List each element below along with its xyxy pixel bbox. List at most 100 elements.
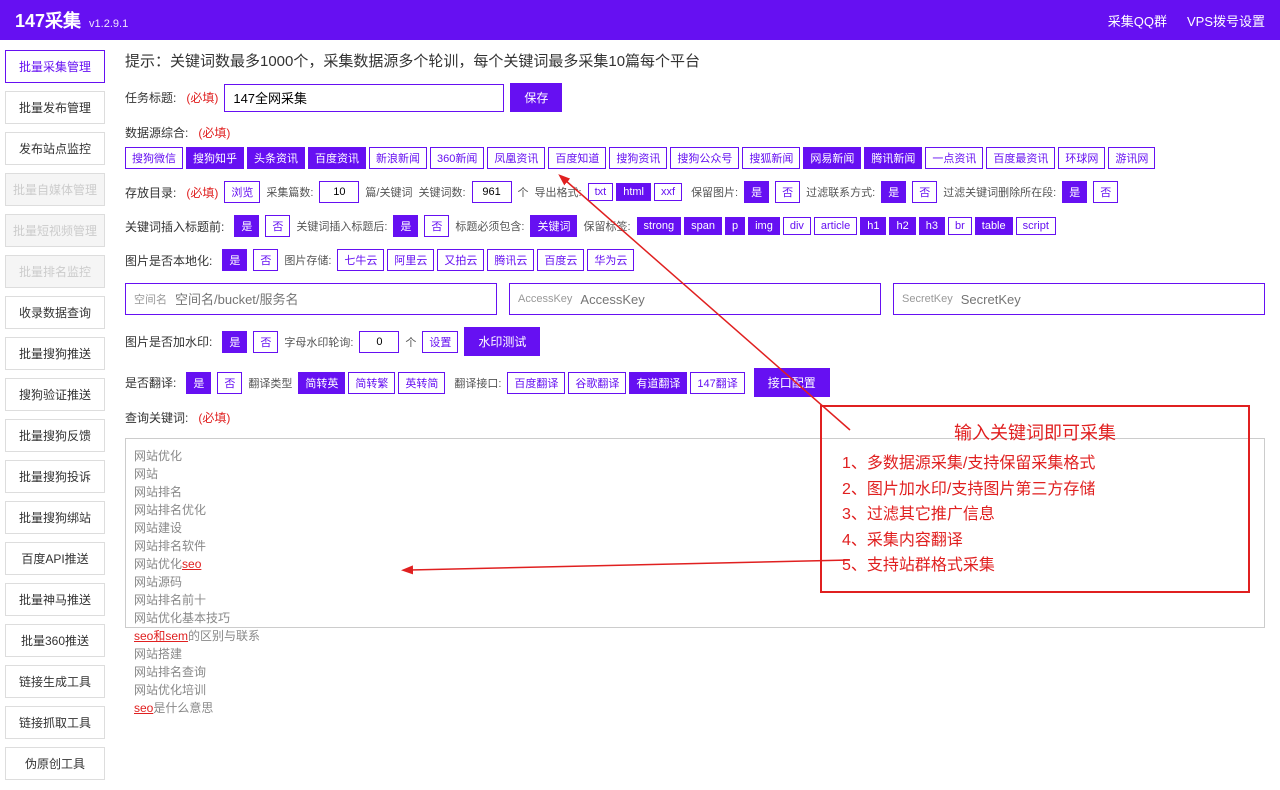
filter-no[interactable]: 否 (912, 181, 937, 203)
source-tag[interactable]: 搜狗资讯 (609, 147, 667, 169)
sources-row: 数据源综合: (必填) 搜狗微信搜狗知乎头条资讯百度资讯新浪新闻360新闻凤凰资… (125, 124, 1265, 169)
sk-input[interactable] (961, 292, 1256, 307)
source-tag[interactable]: 百度资讯 (308, 147, 366, 169)
wm-no[interactable]: 否 (253, 331, 278, 353)
titleopts-row: 关键词插入标题前: 是 否 关键词插入标题后: 是 否 标题必须包含: 关键词 … (125, 215, 1265, 237)
imgstore-tag[interactable]: 百度云 (537, 249, 584, 271)
sidebar-item[interactable]: 链接生成工具 (5, 665, 105, 698)
sidebar-item[interactable]: 批量搜狗投诉 (5, 460, 105, 493)
tr-api-tag[interactable]: 百度翻译 (507, 372, 565, 394)
sk-input-wrap: SecretKey (893, 283, 1265, 315)
kw-label: 查询关键词: (125, 409, 188, 426)
keeptag-tag[interactable]: h3 (919, 217, 945, 235)
keepimg-no[interactable]: 否 (775, 181, 800, 203)
imgstore-tag[interactable]: 腾讯云 (487, 249, 534, 271)
wm-set-button[interactable]: 设置 (422, 331, 458, 353)
space-input[interactable] (175, 292, 488, 307)
tr-type-tag[interactable]: 简转繁 (348, 372, 395, 394)
sidebar-item: 批量排名监控 (5, 255, 105, 288)
sidebar-item[interactable]: 批量采集管理 (5, 50, 105, 83)
filterkw-no[interactable]: 否 (1093, 181, 1118, 203)
source-tag[interactable]: 一点资讯 (925, 147, 983, 169)
imglocal-yes[interactable]: 是 (222, 249, 247, 271)
sources-label: 数据源综合: (125, 124, 188, 141)
sidebar-item[interactable]: 链接抓取工具 (5, 706, 105, 739)
source-tag[interactable]: 搜狐新闻 (742, 147, 800, 169)
tr-yes[interactable]: 是 (186, 372, 211, 394)
before-no[interactable]: 否 (265, 215, 290, 237)
browse-button[interactable]: 浏览 (224, 181, 260, 203)
source-tag[interactable]: 头条资讯 (247, 147, 305, 169)
keeptag-tag[interactable]: article (814, 217, 857, 235)
qq-group-link[interactable]: 采集QQ群 (1108, 11, 1167, 30)
tr-api-tag[interactable]: 有道翻译 (629, 372, 687, 394)
source-tag[interactable]: 百度知道 (548, 147, 606, 169)
count-input[interactable] (319, 181, 359, 203)
source-tag[interactable]: 百度最资讯 (986, 147, 1055, 169)
keeptag-tag[interactable]: div (783, 217, 811, 235)
imglocal-no[interactable]: 否 (253, 249, 278, 271)
keeptag-tag[interactable]: table (975, 217, 1013, 235)
ak-input-wrap: AccessKey (509, 283, 881, 315)
keepimg-yes[interactable]: 是 (744, 181, 769, 203)
kwcount-input[interactable] (472, 181, 512, 203)
sidebar-item[interactable]: 百度API推送 (5, 542, 105, 575)
sidebar-item[interactable]: 批量发布管理 (5, 91, 105, 124)
must-kw[interactable]: 关键词 (530, 215, 577, 237)
tr-type-tag[interactable]: 简转英 (298, 372, 345, 394)
wm-interval-input[interactable] (359, 331, 399, 353)
source-tag[interactable]: 凤凰资讯 (487, 147, 545, 169)
source-tag[interactable]: 环球网 (1058, 147, 1105, 169)
imgstore-tag[interactable]: 华为云 (587, 249, 634, 271)
source-tag[interactable]: 搜狗微信 (125, 147, 183, 169)
keywords-textarea[interactable]: 网站优化网站网站排名网站排名优化网站建设网站排名软件网站优化seo网站源码网站排… (125, 438, 1265, 628)
keeptag-tag[interactable]: h1 (860, 217, 886, 235)
keeptag-tag[interactable]: h2 (889, 217, 915, 235)
keeptag-tag[interactable]: p (725, 217, 745, 235)
imgstore-tag[interactable]: 阿里云 (387, 249, 434, 271)
sk-prefix: SecretKey (902, 293, 953, 305)
vps-settings-link[interactable]: VPS拨号设置 (1187, 11, 1265, 30)
task-title-input[interactable] (224, 84, 504, 112)
tr-type-tag[interactable]: 英转简 (398, 372, 445, 394)
imgstore-tag[interactable]: 七牛云 (337, 249, 384, 271)
imgstore-tag[interactable]: 又拍云 (437, 249, 484, 271)
source-tag[interactable]: 网易新闻 (803, 147, 861, 169)
keeptag-tag[interactable]: strong (637, 217, 682, 235)
source-tag[interactable]: 360新闻 (430, 147, 484, 169)
sidebar-item[interactable]: 批量神马推送 (5, 583, 105, 616)
sidebar-item[interactable]: 搜狗验证推送 (5, 378, 105, 411)
save-button[interactable]: 保存 (510, 83, 562, 112)
after-yes[interactable]: 是 (393, 215, 418, 237)
keeptag-tag[interactable]: img (748, 217, 780, 235)
source-tag[interactable]: 新浪新闻 (369, 147, 427, 169)
ak-input[interactable] (580, 292, 872, 307)
tr-no[interactable]: 否 (217, 372, 242, 394)
filter-yes[interactable]: 是 (881, 181, 906, 203)
tr-api-tag[interactable]: 谷歌翻译 (568, 372, 626, 394)
source-tag[interactable]: 游讯网 (1108, 147, 1155, 169)
keeptag-tag[interactable]: span (684, 217, 722, 235)
after-no[interactable]: 否 (424, 215, 449, 237)
wm-yes[interactable]: 是 (222, 331, 247, 353)
sidebar-item[interactable]: 批量搜狗反馈 (5, 419, 105, 452)
tr-config-button[interactable]: 接口配置 (754, 368, 830, 397)
sidebar-item[interactable]: 批量搜狗推送 (5, 337, 105, 370)
export-tag[interactable]: xxf (654, 183, 682, 201)
sidebar-item[interactable]: 批量360推送 (5, 624, 105, 657)
source-tag[interactable]: 搜狗公众号 (670, 147, 739, 169)
tr-api-tag[interactable]: 147翻译 (690, 372, 744, 394)
source-tag[interactable]: 腾讯新闻 (864, 147, 922, 169)
sidebar-item[interactable]: 批量搜狗绑站 (5, 501, 105, 534)
sidebar-item[interactable]: 伪原创工具 (5, 747, 105, 780)
source-tag[interactable]: 搜狗知乎 (186, 147, 244, 169)
before-yes[interactable]: 是 (234, 215, 259, 237)
sidebar-item[interactable]: 发布站点监控 (5, 132, 105, 165)
export-tag[interactable]: html (616, 183, 651, 201)
filterkw-yes[interactable]: 是 (1062, 181, 1087, 203)
keeptag-tag[interactable]: br (948, 217, 972, 235)
wm-test-button[interactable]: 水印测试 (464, 327, 540, 356)
sidebar-item[interactable]: 收录数据查询 (5, 296, 105, 329)
keeptag-tag[interactable]: script (1016, 217, 1056, 235)
export-tag[interactable]: txt (588, 183, 614, 201)
